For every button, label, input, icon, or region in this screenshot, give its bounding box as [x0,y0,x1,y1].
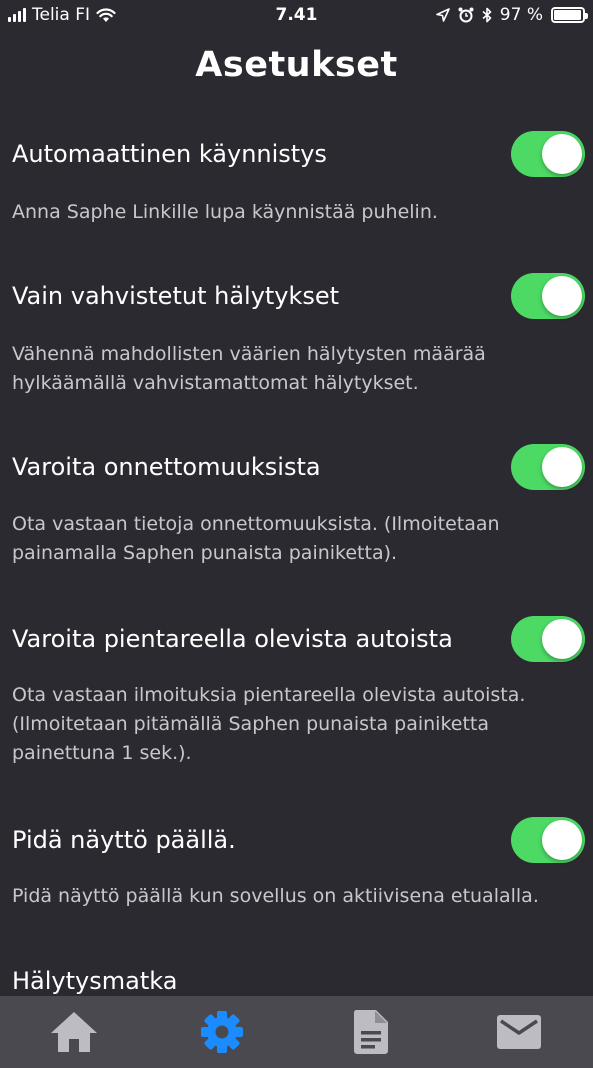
keep-screen-on-toggle[interactable] [511,817,585,863]
setting-description: Ota vastaan tietoja onnettomuuksista. (I… [12,513,500,564]
toggle-knob [542,134,582,174]
gear-icon [201,1011,244,1053]
setting-title: Automaattinen käynnistys [12,140,327,168]
status-bar: Telia FI 7.41 97 % [0,0,593,32]
tab-home[interactable] [0,996,148,1068]
home-icon [51,1012,98,1052]
battery-percent: 97 % [499,5,543,25]
alarm-clock-icon [458,7,474,23]
setting-title: Vain vahvistetut hälytykset [12,282,340,310]
tab-settings[interactable] [148,996,296,1068]
location-arrow-icon [435,8,450,22]
confirmed-alerts-toggle[interactable] [511,273,585,319]
tab-messages[interactable] [445,996,593,1068]
auto-start-toggle[interactable] [511,131,585,177]
setting-title: Varoita onnettomuuksista [12,453,321,481]
roadside-cars-toggle[interactable] [511,616,585,662]
setting-description: Vähennä mahdollisten väärien hälytysten … [12,343,486,394]
battery-icon [551,7,588,23]
setting-title: Pidä näyttö päällä. [12,826,236,854]
tab-bar [0,996,593,1068]
document-icon [353,1010,388,1054]
tab-documents[interactable] [297,996,445,1068]
bluetooth-icon [482,7,492,23]
toggle-knob [542,820,582,860]
setting-title: Varoita pientareella olevista autoista [12,625,453,653]
page-title: Asetukset [195,45,398,85]
status-right: 97 % [435,5,588,25]
setting-description: Ota vastaan ilmoituksia pientareella ole… [12,684,526,764]
mail-icon [496,1015,541,1049]
settings-screen: Telia FI 7.41 97 % Asetukset Automaattin… [0,0,593,1068]
setting-description: Anna Saphe Linkille lupa käynnistää puhe… [12,201,438,223]
accident-warnings-toggle[interactable] [511,444,585,490]
toggle-knob [542,276,582,316]
toggle-knob [542,619,582,659]
toggle-knob [542,447,582,487]
setting-title: Hälytysmatka [12,967,178,995]
setting-description: Pidä näyttö päällä kun sovellus on aktii… [12,885,539,907]
